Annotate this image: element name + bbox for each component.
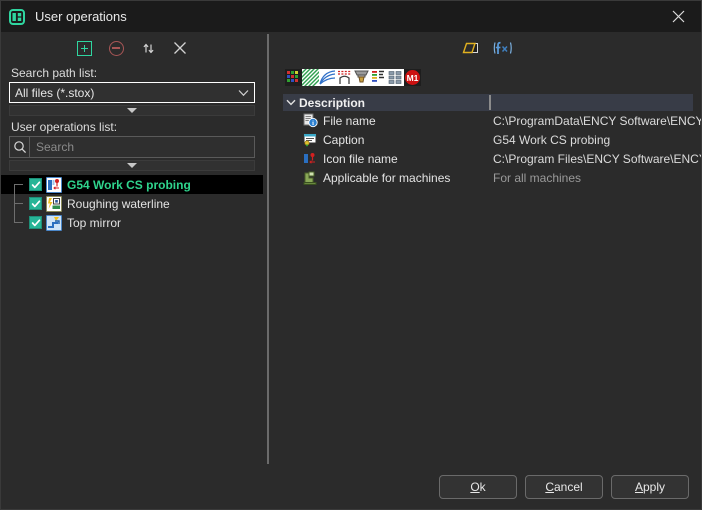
property-name-cell: Icon file name	[283, 151, 489, 166]
apply-label-post: pply	[643, 480, 665, 494]
svg-text:i: i	[312, 120, 314, 127]
mirror-icon	[46, 215, 62, 231]
table-row[interactable]: Icon file name C:\Program Files\ENCY Sof…	[283, 149, 701, 168]
right-panel: M1 Description	[273, 32, 701, 465]
search-row	[9, 136, 255, 158]
splitter-grip	[267, 34, 269, 464]
property-name-cell: Applicable for machines	[283, 170, 489, 185]
chevron-down-icon	[236, 86, 250, 100]
machine-icon	[303, 170, 318, 185]
cancel-label-post: ancel	[554, 480, 583, 494]
roughing-icon	[46, 196, 62, 212]
m1-badge-icon[interactable]: M1	[404, 69, 421, 86]
red-dashed-icon[interactable]	[336, 69, 353, 86]
function-button[interactable]	[493, 38, 513, 58]
remove-button[interactable]	[106, 38, 126, 58]
cancel-accel: C	[545, 480, 554, 494]
ok-button[interactable]: Ok	[439, 475, 517, 499]
search-path-collapse-handle[interactable]	[9, 105, 255, 116]
icon-file-icon	[303, 151, 318, 166]
grid-group-header[interactable]: Description	[283, 94, 693, 111]
clear-button[interactable]	[170, 38, 190, 58]
icon-strip: M1	[273, 66, 701, 88]
fx-function-icon	[493, 40, 513, 56]
table-row[interactable]: Caption G54 Work CS probing	[283, 130, 701, 149]
user-operations-dialog: User operations	[0, 0, 702, 510]
dialog-footer: Ok Cancel Apply	[1, 465, 701, 509]
operations-collapse-handle[interactable]	[9, 160, 255, 171]
apply-button[interactable]: Apply	[611, 475, 689, 499]
green-hatch-icon[interactable]	[302, 69, 319, 86]
property-name: File name	[323, 114, 376, 128]
column-divider[interactable]	[489, 95, 491, 110]
property-name-cell: i File name	[283, 113, 489, 128]
probe-icon	[46, 177, 62, 193]
tree-branch	[7, 175, 29, 194]
search-path-value: All files (*.stox)	[15, 86, 236, 100]
close-icon[interactable]	[655, 1, 701, 32]
ok-label-post: k	[480, 480, 486, 494]
color-grid-icon[interactable]	[285, 69, 302, 86]
svg-text:M1: M1	[407, 73, 419, 83]
search-input[interactable]	[30, 136, 255, 158]
plus-box-icon	[77, 41, 92, 56]
tool-icon[interactable]	[353, 69, 370, 86]
left-panel: Search path list: All files (*.stox) Use…	[1, 32, 263, 465]
chevron-down-icon[interactable]	[283, 99, 299, 106]
table-row[interactable]: i File name C:\ProgramData\ENCY Software…	[283, 111, 701, 130]
search-path-combo[interactable]: All files (*.stox)	[9, 82, 255, 103]
tree-item-label: G54 Work CS probing	[67, 178, 191, 192]
property-value[interactable]: For all machines	[489, 171, 701, 185]
search-icon[interactable]	[9, 136, 30, 158]
add-button[interactable]	[74, 38, 94, 58]
triangle-down-icon	[127, 108, 137, 113]
list-gray-icon[interactable]	[387, 69, 404, 86]
operations-list-label: User operations list:	[1, 116, 263, 136]
panel-splitter[interactable]	[263, 32, 273, 465]
grid-header-label: Description	[299, 96, 365, 110]
refresh-arrows-icon	[141, 41, 156, 56]
left-toolbar	[1, 34, 263, 62]
tree-branch	[7, 213, 29, 232]
search-path-label: Search path list:	[1, 62, 263, 82]
tree-item-checkbox[interactable]	[29, 197, 42, 210]
refresh-button[interactable]	[138, 38, 158, 58]
tree-item-checkbox[interactable]	[29, 178, 42, 191]
caption-icon	[303, 132, 318, 147]
tree-item-checkbox[interactable]	[29, 216, 42, 229]
property-rows: i File name C:\ProgramData\ENCY Software…	[283, 111, 701, 465]
triangle-down-icon	[127, 163, 137, 168]
right-toolbar	[273, 34, 701, 62]
property-name: Caption	[323, 133, 364, 147]
titlebar: User operations	[1, 1, 701, 32]
shape-button[interactable]	[461, 38, 481, 58]
property-name: Icon file name	[323, 152, 398, 166]
tree-row[interactable]: Top mirror	[1, 213, 263, 232]
list-color-icon[interactable]	[370, 69, 387, 86]
tree-item-label: Top mirror	[67, 216, 121, 230]
apply-accel: A	[635, 480, 643, 494]
blue-curves-icon[interactable]	[319, 69, 336, 86]
file-info-icon: i	[303, 113, 318, 128]
close-x-icon	[173, 41, 187, 55]
tree-item-label: Roughing waterline	[67, 197, 170, 211]
property-value[interactable]: C:\ProgramData\ENCY Software\ENCY	[489, 114, 701, 128]
window-title: User operations	[35, 9, 127, 24]
ok-accel: O	[470, 480, 479, 494]
tree-branch	[7, 194, 29, 213]
minus-circle-icon	[109, 41, 124, 56]
property-name-cell: Caption	[283, 132, 489, 147]
cancel-button[interactable]: Cancel	[525, 475, 603, 499]
operations-tree[interactable]: G54 Work CS probing	[1, 175, 263, 465]
property-value[interactable]: C:\Program Files\ENCY Software\ENCY	[489, 152, 701, 166]
dialog-body: Search path list: All files (*.stox) Use…	[1, 32, 701, 465]
yellow-parallelogram-icon	[462, 40, 480, 56]
app-icon	[9, 9, 25, 25]
tree-row[interactable]: Roughing waterline	[1, 194, 263, 213]
table-row[interactable]: Applicable for machines For all machines	[283, 168, 701, 187]
tree-row[interactable]: G54 Work CS probing	[1, 175, 263, 194]
property-name: Applicable for machines	[323, 171, 450, 185]
property-value[interactable]: G54 Work CS probing	[489, 133, 701, 147]
